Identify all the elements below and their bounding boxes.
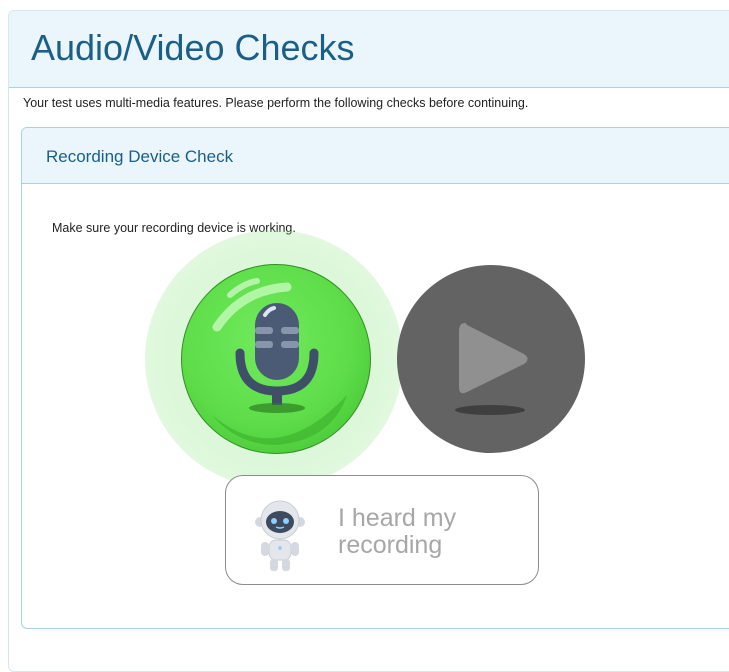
play-button[interactable]	[397, 265, 585, 453]
section-header: Recording Device Check	[22, 128, 729, 184]
microphone-icon	[212, 278, 347, 445]
intro-text: Your test uses multi-media features. Ple…	[23, 96, 529, 110]
record-button[interactable]	[181, 264, 371, 454]
panel-header: Audio/Video Checks	[9, 11, 729, 88]
robot-icon	[255, 500, 305, 571]
heard-recording-button[interactable]: I heard my recording	[225, 475, 539, 585]
section-title: Recording Device Check	[46, 147, 234, 166]
page-title: Audio/Video Checks	[31, 27, 355, 68]
play-icon	[455, 323, 528, 415]
heard-recording-label: I heard my recording	[338, 504, 457, 559]
